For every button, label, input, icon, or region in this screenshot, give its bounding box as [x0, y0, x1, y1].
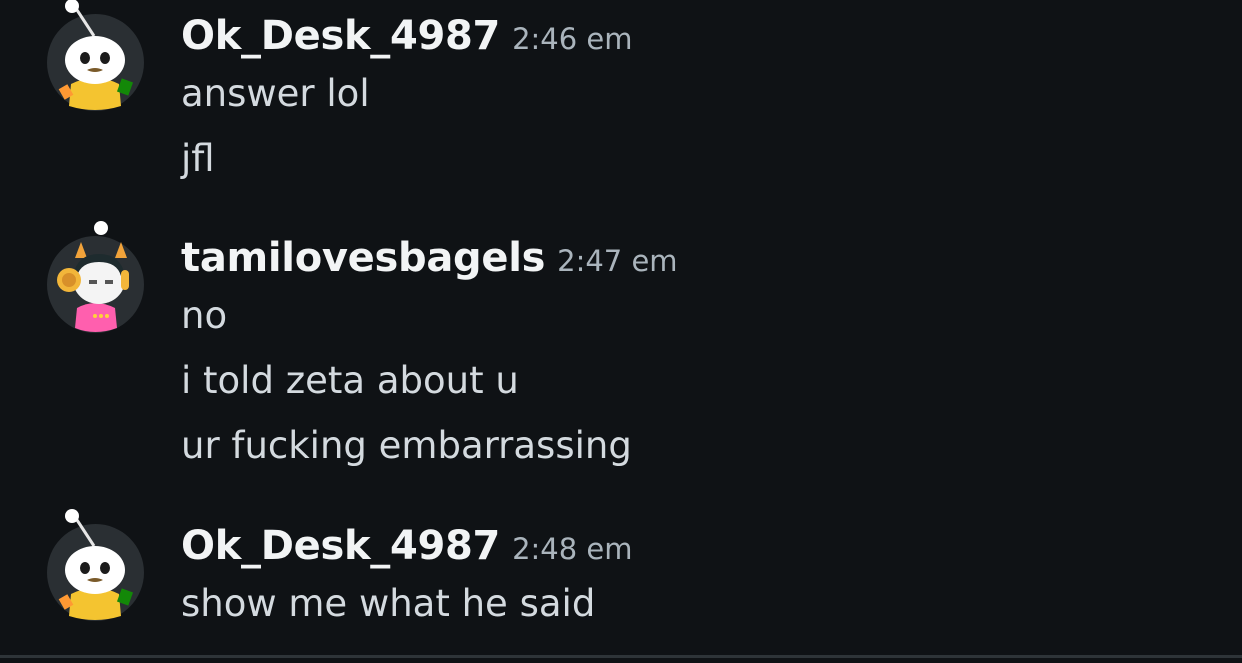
username[interactable]: Ok_Desk_4987: [181, 523, 500, 569]
composer-divider: [0, 655, 1242, 658]
message-text: show me what he said: [181, 582, 596, 625]
username[interactable]: tamilovesbagels: [181, 235, 545, 281]
timestamp: 2:48 em: [512, 532, 633, 566]
message-text: no: [181, 294, 228, 337]
user-avatar[interactable]: [47, 221, 144, 333]
timestamp: 2:46 em: [512, 22, 633, 56]
timestamp: 2:47 em: [557, 244, 678, 278]
snoo-avatar-headphones-icon: [47, 221, 144, 333]
message-header: Ok_Desk_4987 2:46 em: [181, 13, 633, 59]
chat-view: Ok_Desk_4987 2:46 em answer lol jfl tami…: [0, 0, 1242, 663]
message-text: answer lol: [181, 72, 370, 115]
snoo-avatar-yellow-icon: [47, 0, 144, 111]
message-header: Ok_Desk_4987 2:48 em: [181, 523, 633, 569]
message-text: jfl: [181, 137, 215, 180]
user-avatar[interactable]: [47, 509, 144, 621]
username[interactable]: Ok_Desk_4987: [181, 13, 500, 59]
user-avatar[interactable]: [47, 0, 144, 111]
message-header: tamilovesbagels 2:47 em: [181, 235, 678, 281]
message-text: i told zeta about u: [181, 359, 519, 402]
message-text: ur fucking embarrassing: [181, 424, 632, 467]
snoo-avatar-yellow-icon: [47, 509, 144, 621]
